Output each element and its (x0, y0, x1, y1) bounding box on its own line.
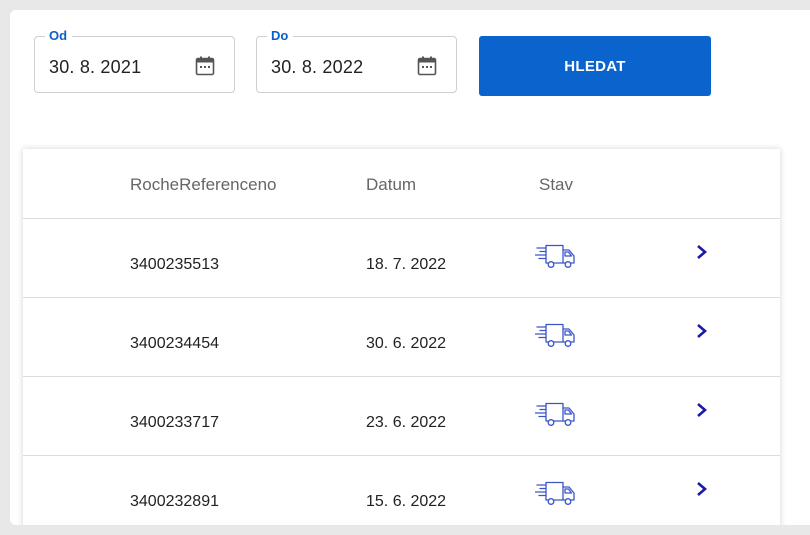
order-date: 30. 6. 2022 (366, 335, 447, 352)
chevron-right-icon[interactable] (695, 481, 709, 497)
reference-number: 3400233717 (130, 414, 219, 431)
column-header-date: Datum (366, 175, 417, 194)
reference-number: 3400232891 (130, 493, 219, 510)
order-date: 18. 7. 2022 (366, 256, 447, 273)
date-to-field[interactable]: Do 30. 8. 2022 (256, 28, 457, 93)
search-button[interactable]: HLEDAT (479, 36, 711, 96)
delivery-truck-icon (535, 481, 575, 505)
reference-number: 3400235513 (130, 256, 219, 273)
table-row[interactable]: 3400233717 23. 6. 2022 (23, 377, 780, 456)
reference-number: 3400234454 (130, 335, 219, 352)
delivery-truck-icon (535, 244, 575, 268)
date-from-label: Od (45, 28, 73, 44)
table-header: RocheReferenceno Datum Stav (23, 149, 780, 219)
date-to-value[interactable]: 30. 8. 2022 (271, 57, 363, 78)
order-date: 15. 6. 2022 (366, 493, 447, 510)
chevron-right-icon[interactable] (695, 323, 709, 339)
orders-table: RocheReferenceno Datum Stav 3400235513 1… (23, 149, 780, 525)
table-row[interactable]: 3400234454 30. 6. 2022 (23, 298, 780, 377)
chevron-right-icon[interactable] (695, 402, 709, 418)
delivery-truck-icon (535, 323, 575, 347)
order-date: 23. 6. 2022 (366, 414, 447, 431)
date-from-value[interactable]: 30. 8. 2021 (49, 57, 141, 78)
table-row[interactable]: 3400235513 18. 7. 2022 (23, 219, 780, 298)
table-row[interactable]: 3400232891 15. 6. 2022 (23, 456, 780, 525)
chevron-right-icon[interactable] (695, 244, 709, 260)
date-to-label: Do (267, 28, 294, 44)
calendar-icon[interactable] (416, 55, 438, 77)
date-from-field[interactable]: Od 30. 8. 2021 (34, 28, 235, 93)
search-panel: Od 30. 8. 2021 Do 30. 8. 2022 HLEDAT Roc… (10, 10, 810, 525)
calendar-icon[interactable] (194, 55, 216, 77)
column-header-reference: RocheReferenceno (130, 175, 277, 194)
delivery-truck-icon (535, 402, 575, 426)
column-header-status: Stav (539, 175, 574, 194)
